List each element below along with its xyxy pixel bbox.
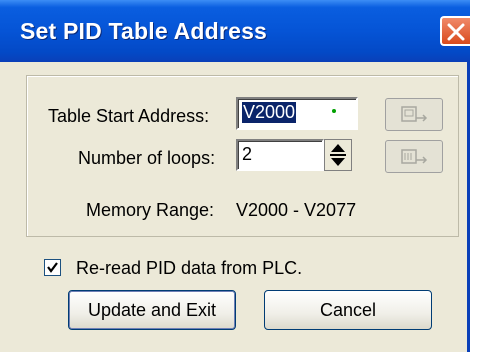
title-bar[interactable]: Set PID Table Address — [0, 0, 470, 62]
cancel-button[interactable]: Cancel — [264, 290, 432, 330]
dialog-window: Set PID Table Address Table Start Addres… — [0, 0, 470, 352]
start-address-value: V2000 — [242, 102, 297, 123]
read-table-icon — [401, 106, 428, 122]
start-address-label: Table Start Address: — [48, 106, 210, 126]
loops-spinner[interactable] — [324, 139, 352, 171]
loops-value: 2 — [242, 144, 253, 164]
memory-range-label: Memory Range: — [86, 200, 215, 220]
loops-input[interactable]: 2 — [236, 139, 324, 171]
reread-label[interactable]: Re-read PID data from PLC. — [76, 258, 302, 279]
close-x-icon — [447, 23, 465, 41]
write-table-button[interactable] — [385, 140, 443, 173]
write-table-icon — [401, 149, 428, 164]
reread-checkbox[interactable] — [44, 259, 61, 276]
read-table-button[interactable] — [385, 98, 443, 131]
start-address-input[interactable]: V2000 — [236, 97, 358, 130]
memory-range-value: V2000 - V2077 — [236, 200, 357, 220]
close-button[interactable] — [440, 16, 470, 46]
spin-arrows-icon — [330, 144, 346, 166]
checkmark-icon — [47, 262, 58, 273]
status-dot — [332, 109, 336, 113]
update-and-exit-button[interactable]: Update and Exit — [68, 290, 236, 330]
loops-label: Number of loops: — [78, 148, 216, 168]
dialog-title: Set PID Table Address — [20, 18, 268, 44]
